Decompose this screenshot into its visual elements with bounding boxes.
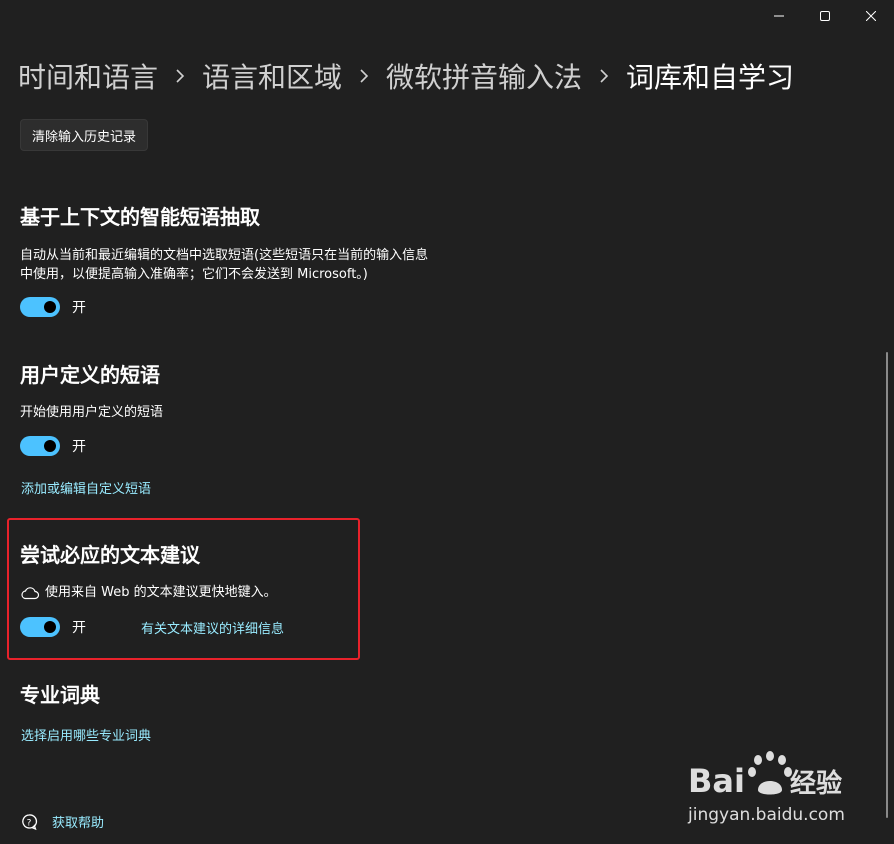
titlebar-controls <box>756 0 894 32</box>
context-phrases-toggle[interactable] <box>20 297 60 317</box>
svg-text:?: ? <box>27 818 32 828</box>
user-phrases-title: 用户定义的短语 <box>20 363 160 387</box>
context-phrases-desc-line1: 自动从当前和最近编辑的文档中选取短语(这些短语只在当前的输入信息 <box>20 248 429 263</box>
chevron-right-icon <box>158 56 202 96</box>
dictionaries-title: 专业词典 <box>20 683 100 707</box>
breadcrumb-item-language-region[interactable]: 语言和区域 <box>202 56 342 96</box>
get-help-link[interactable]: 获取帮助 <box>52 812 104 831</box>
text-suggestions-info-link[interactable]: 有关文本建议的详细信息 <box>141 618 284 637</box>
close-icon <box>866 11 876 21</box>
get-help-row[interactable]: ? 获取帮助 <box>20 812 104 831</box>
toggle-state-label: 开 <box>72 300 86 316</box>
breadcrumb: 时间和语言 语言和区域 微软拼音输入法 词库和自学习 <box>18 56 794 96</box>
edit-custom-phrases-link[interactable]: 添加或编辑自定义短语 <box>21 478 151 497</box>
user-phrases-description: 开始使用用户定义的短语 <box>20 405 164 420</box>
page-title: 词库和自学习 <box>626 61 795 94</box>
toggle-state-label: 开 <box>72 439 86 455</box>
bing-suggestions-desc-text: 使用来自 Web 的文本建议更快地键入。 <box>45 585 277 600</box>
minimize-button[interactable] <box>756 0 802 32</box>
settings-window: 时间和语言 语言和区域 微软拼音输入法 词库和自学习 清除输入历史记录 基于上下… <box>0 0 894 844</box>
baidu-logo-icon: Bai 经验 jingyan.baidu.com <box>687 751 845 825</box>
baidu-jingyan-watermark: Bai 经验 jingyan.baidu.com <box>686 748 848 828</box>
maximize-button[interactable] <box>802 0 848 32</box>
scrollbar[interactable] <box>886 352 888 818</box>
user-phrases-toggle[interactable] <box>20 436 60 456</box>
cloud-icon <box>21 586 40 599</box>
context-phrases-desc-line2: 中使用，以便提高输入准确率；它们不会发送到 Microsoft。) <box>20 267 368 282</box>
maximize-icon <box>820 11 830 21</box>
context-phrases-toggle-row: 开 <box>20 297 86 317</box>
user-phrases-toggle-row: 开 <box>20 436 86 456</box>
minimize-icon <box>774 15 784 17</box>
select-dictionaries-link[interactable]: 选择启用哪些专业词典 <box>21 725 151 744</box>
breadcrumb-item-time-language[interactable]: 时间和语言 <box>18 56 158 96</box>
chevron-right-icon <box>582 56 626 96</box>
chevron-right-icon <box>342 56 386 96</box>
watermark-url: jingyan.baidu.com <box>687 805 845 825</box>
watermark-brand-text2: 经验 <box>790 768 842 799</box>
clear-input-history-button[interactable]: 清除输入历史记录 <box>20 119 149 151</box>
bing-suggestions-toggle[interactable] <box>20 617 60 637</box>
bing-suggestions-toggle-row: 开 <box>20 617 86 637</box>
context-phrases-description: 自动从当前和最近编辑的文档中选取短语(这些短语只在当前的输入信息 中使用，以便提… <box>20 246 428 284</box>
help-chat-icon: ? <box>22 813 38 830</box>
toggle-state-label: 开 <box>72 620 86 636</box>
watermark-brand-text: Bai <box>688 762 745 800</box>
close-button[interactable] <box>848 0 894 32</box>
context-phrases-title: 基于上下文的智能短语抽取 <box>20 205 260 229</box>
bing-suggestions-description: 使用来自 Web 的文本建议更快地键入。 <box>20 583 277 602</box>
breadcrumb-item-pinyin-ime[interactable]: 微软拼音输入法 <box>386 56 582 96</box>
bing-suggestions-title: 尝试必应的文本建议 <box>20 543 200 567</box>
